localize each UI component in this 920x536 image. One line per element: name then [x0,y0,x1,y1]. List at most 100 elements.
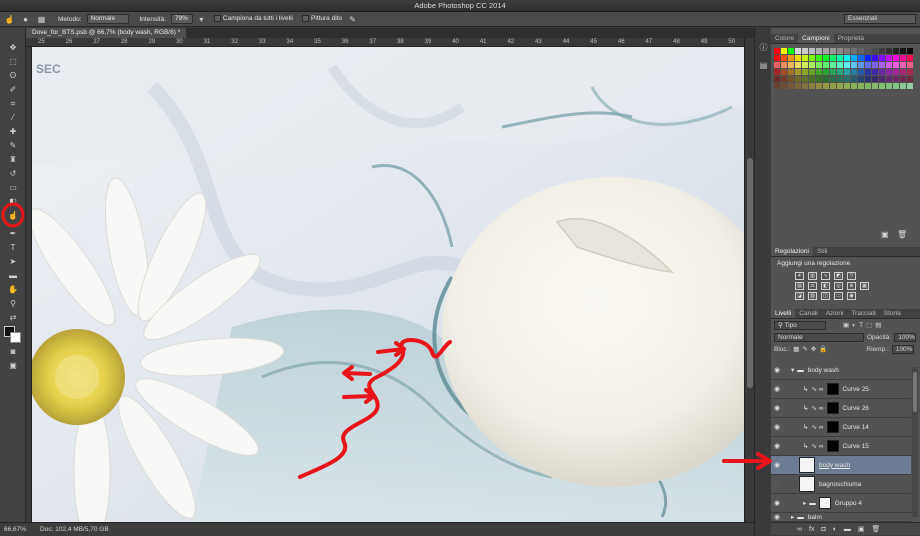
color-swatch[interactable] [802,55,808,61]
vertical-scrollbar[interactable] [744,38,754,522]
color-swatch[interactable] [893,83,899,89]
color-swatch[interactable] [844,76,850,82]
color-swatch[interactable] [837,62,843,68]
color-swatch[interactable] [809,55,815,61]
photo-filter-icon[interactable]: ◎ [834,282,843,290]
color-swatch[interactable] [900,83,906,89]
invert-icon[interactable]: ◪ [795,292,804,300]
color-swatch[interactable] [858,55,864,61]
color-swatch[interactable] [844,62,850,68]
color-swatch[interactable] [907,69,913,75]
layer-row-curve-14[interactable]: ◉ ↳ ∿ ∞ Curve 14 [771,418,911,437]
color-swatch[interactable] [893,69,899,75]
new-group-icon[interactable]: ▬ [844,526,851,533]
layer-row-curve-15[interactable]: ◉ ↳ ∿ ∞ Curve 15 [771,437,911,456]
filter-adjust-icon[interactable]: ◐ [852,322,856,329]
color-swatch[interactable] [809,69,815,75]
channel-mixer-icon[interactable]: ⊛ [847,282,856,290]
color-swatch[interactable] [851,48,857,54]
color-swatch[interactable] [816,69,822,75]
color-swatch[interactable] [907,83,913,89]
color-swatch[interactable] [802,62,808,68]
color-swatch[interactable] [802,76,808,82]
tab-colore[interactable]: Colore [771,34,798,43]
brush-tool-icon[interactable]: ✎ [5,140,21,151]
color-swatch[interactable] [809,48,815,54]
color-swatch[interactable] [837,55,843,61]
color-swatch[interactable] [830,62,836,68]
color-swatch[interactable] [844,83,850,89]
color-swatch[interactable] [858,69,864,75]
zoom-level[interactable]: 66,67% [4,523,26,535]
shape-tool-icon[interactable]: ▬ [5,270,21,281]
color-swatch[interactable] [830,83,836,89]
hue-saturation-icon[interactable]: ▤ [795,282,804,290]
delete-swatch-icon[interactable]: 🗑 [897,230,907,239]
new-swatch-icon[interactable]: ▣ [881,230,889,239]
color-swatch[interactable] [886,55,892,61]
metodo-select[interactable]: Normale [86,14,129,24]
color-swatch[interactable] [823,76,829,82]
posterize-icon[interactable]: ▨ [808,292,817,300]
color-swatch[interactable] [781,83,787,89]
color-swatch[interactable] [879,55,885,61]
eraser-tool-icon[interactable]: ▭ [5,182,21,193]
color-swatch[interactable] [893,55,899,61]
color-swatch[interactable] [788,69,794,75]
document-canvas[interactable]: SEC [32,47,744,522]
color-swatch[interactable] [879,48,885,54]
color-swatch[interactable] [788,62,794,68]
background-color-swatch[interactable] [10,332,21,343]
vertical-scroll-thumb[interactable] [747,158,753,388]
color-swatch[interactable] [851,62,857,68]
tab-regolazioni[interactable]: Regolazioni [771,247,813,256]
color-swatch[interactable] [879,62,885,68]
color-swatch[interactable] [907,55,913,61]
tab-canali[interactable]: Canali [795,309,821,318]
color-swatch[interactable] [865,76,871,82]
color-swatch[interactable] [823,62,829,68]
layer-filter-select[interactable]: ⚲ Tipo [774,320,826,330]
color-swatch[interactable] [837,69,843,75]
color-swatch[interactable] [823,55,829,61]
chevron-down-icon[interactable]: ▾ [791,366,794,374]
filter-type-icon[interactable]: T [859,322,863,329]
color-swatch[interactable] [844,55,850,61]
filter-smart-icon[interactable]: ▤ [875,321,881,329]
hand-tool-icon[interactable]: ✋ [5,284,21,295]
levels-icon[interactable]: ▥ [808,272,817,280]
pittura-check-box[interactable] [301,15,309,23]
screen-mode-icon[interactable]: ▣ [5,360,21,371]
brush-panel-icon[interactable]: ▦ [36,14,47,25]
color-swatch[interactable] [830,55,836,61]
color-swatch[interactable] [774,76,780,82]
color-swatch[interactable] [844,69,850,75]
color-swatch[interactable] [795,76,801,82]
color-swatch[interactable] [851,55,857,61]
quick-mask-icon[interactable]: ◙ [5,346,21,357]
color-swatch[interactable] [893,76,899,82]
color-swatch[interactable] [865,62,871,68]
color-swatch[interactable] [802,69,808,75]
color-swatch[interactable] [816,55,822,61]
intensita-field[interactable]: 79% [170,14,193,24]
tab-stili[interactable]: Stili [813,247,831,256]
color-swatch[interactable] [809,83,815,89]
color-swatch[interactable] [872,76,878,82]
color-swatch[interactable] [879,76,885,82]
color-swatch[interactable] [872,62,878,68]
link-layers-icon[interactable]: ∞ [797,526,802,533]
color-swatch[interactable] [844,48,850,54]
tab-livelli[interactable]: Livelli [771,309,796,318]
tab-azioni[interactable]: Azioni [822,309,848,318]
lock-transparent-icon[interactable]: ▦ [793,345,799,353]
color-swatch[interactable] [872,69,878,75]
tab-tracciati[interactable]: Tracciati [847,309,879,318]
color-swatch[interactable] [816,83,822,89]
path-select-tool-icon[interactable]: ➤ [5,256,21,267]
new-layer-icon[interactable]: ▣ [858,525,865,533]
eye-icon[interactable]: ◉ [771,423,783,431]
color-swatch[interactable] [851,69,857,75]
trash-icon[interactable]: 🗑 [872,525,881,533]
color-swatch[interactable] [865,55,871,61]
